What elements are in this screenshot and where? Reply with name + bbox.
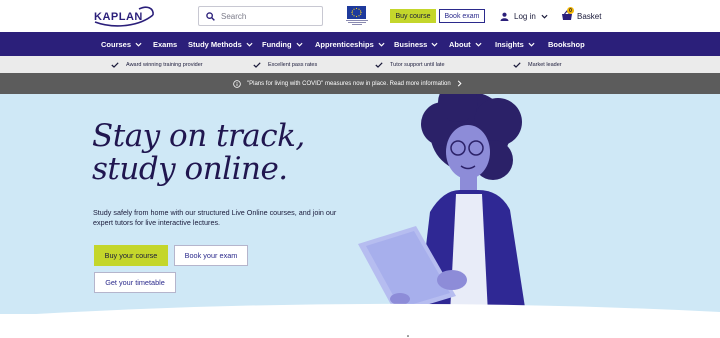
buy-course-button[interactable]: Buy course <box>390 9 436 23</box>
nav-item-label: Courses <box>101 39 132 49</box>
covid-notice-link[interactable]: "Plans for living with COVID" measures n… <box>233 73 462 94</box>
usp-item: Market leader <box>513 56 562 73</box>
hero-description: Study safely from home with our structur… <box>93 208 337 227</box>
nav-item-study-methods[interactable]: Study Methods <box>188 32 253 56</box>
chevron-right-icon <box>457 80 462 87</box>
usp-label: Excellent pass rates <box>268 61 318 68</box>
eu-funding-caption <box>343 20 371 26</box>
buy-your-course-button[interactable]: Buy your course <box>94 245 168 266</box>
check-icon <box>375 61 383 68</box>
basket-icon: 0 <box>561 7 574 22</box>
nav-item-label: Insights <box>495 39 524 49</box>
hero-section: Stay on track, study online. Study safel… <box>0 94 720 314</box>
site-header: KAPLAN Buy course Book exam Log in 0 <box>0 0 720 32</box>
search-input[interactable] <box>221 11 316 21</box>
info-icon <box>233 79 241 88</box>
nav-item-bookshop[interactable]: Bookshop <box>548 32 585 56</box>
nav-item-apprenticeships[interactable]: Apprenticeships <box>315 32 385 56</box>
check-icon <box>111 61 119 68</box>
book-exam-button[interactable]: Book exam <box>439 9 485 23</box>
main-nav: Courses Exams Study Methods Funding Appr… <box>0 32 720 56</box>
basket-link[interactable]: 0 Basket <box>561 7 602 23</box>
nav-item-exams[interactable]: Exams <box>153 32 177 56</box>
search-icon[interactable] <box>199 11 221 21</box>
svg-text:KAPLAN: KAPLAN <box>94 11 143 23</box>
nav-item-label: Study Methods <box>188 39 242 49</box>
usp-item: Excellent pass rates <box>253 56 317 73</box>
hero-title-line: study online. <box>92 151 288 187</box>
usp-label: Tutor support until late <box>390 61 445 68</box>
usp-label: Market leader <box>528 61 562 68</box>
nav-item-label: Business <box>394 39 428 49</box>
nav-item-insights[interactable]: Insights <box>495 32 535 56</box>
nav-item-label: Apprenticeships <box>315 39 374 49</box>
usp-strip: Award winning training provider Excellen… <box>0 56 720 73</box>
chevron-down-icon <box>541 14 548 19</box>
chevron-down-icon <box>135 42 142 47</box>
kaplan-logo[interactable]: KAPLAN <box>93 5 155 27</box>
nav-item-label: Funding <box>262 39 292 49</box>
usp-label: Award winning training provider <box>126 61 203 68</box>
check-icon <box>513 61 521 68</box>
basket-label: Basket <box>577 11 602 21</box>
nav-item-label: Bookshop <box>548 39 585 49</box>
notice-text: "Plans for living with COVID" measures n… <box>247 80 451 87</box>
hero-title-line: Stay on track, <box>92 118 305 154</box>
hero-student-tablet-image <box>358 94 526 314</box>
nav-item-funding[interactable]: Funding <box>262 32 303 56</box>
search-box[interactable] <box>198 6 323 26</box>
chevron-down-icon <box>246 42 253 47</box>
chevron-down-icon <box>296 42 303 47</box>
usp-item: Award winning training provider <box>111 56 203 73</box>
chevron-down-icon <box>431 42 438 47</box>
user-icon <box>500 12 509 21</box>
book-your-exam-button[interactable]: Book your exam <box>174 245 248 266</box>
chevron-down-icon <box>528 42 535 47</box>
nav-item-about[interactable]: About <box>449 32 482 56</box>
chevron-down-icon <box>475 42 482 47</box>
check-icon <box>253 61 261 68</box>
chevron-down-icon <box>378 42 385 47</box>
nav-item-label: Exams <box>153 39 178 49</box>
login-menu[interactable]: Log in <box>500 10 548 22</box>
usp-item: Tutor support until late <box>375 56 445 73</box>
nav-item-courses[interactable]: Courses <box>101 32 142 56</box>
hero-title: Stay on track, study online. <box>92 120 305 186</box>
get-timetable-button[interactable]: Get your timetable <box>94 272 176 293</box>
section-divider-curve <box>0 303 720 338</box>
nav-item-label: About <box>449 39 471 49</box>
nav-item-business[interactable]: Business <box>394 32 438 56</box>
login-label: Log in <box>514 11 536 21</box>
covid-notice-bar: "Plans for living with COVID" measures n… <box>0 73 720 94</box>
eu-flag-icon <box>347 6 366 19</box>
basket-count-badge: 0 <box>567 7 574 14</box>
